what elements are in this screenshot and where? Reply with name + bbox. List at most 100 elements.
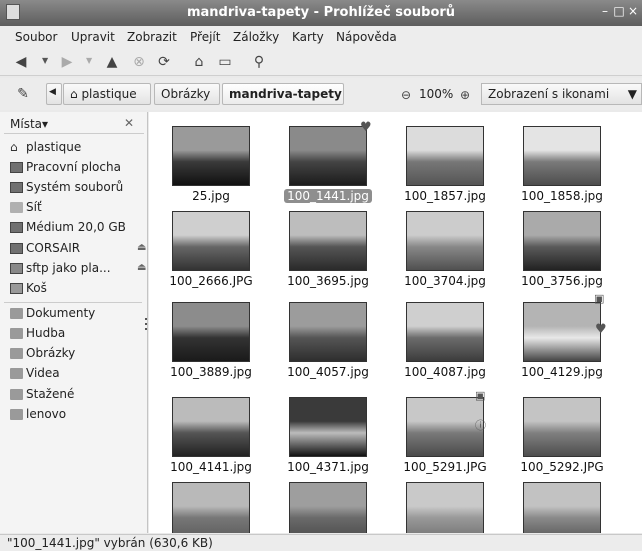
bookmark-stazene[interactable]: Stažené bbox=[10, 385, 74, 403]
file-name-text: 100_3756.jpg bbox=[521, 274, 603, 288]
sidebar-item-label: Pracovní plocha bbox=[26, 160, 121, 174]
camera-emblem-icon: ▣ bbox=[475, 389, 486, 402]
forward-icon[interactable]: ▶ bbox=[58, 53, 76, 71]
crumb-plastique[interactable]: ⌂ plastique bbox=[63, 83, 151, 105]
reload-icon[interactable]: ⟳ bbox=[155, 53, 173, 71]
image-thumbnail[interactable] bbox=[523, 302, 601, 362]
bookmark-hudba[interactable]: Hudba bbox=[10, 324, 65, 342]
image-thumbnail[interactable] bbox=[406, 126, 484, 186]
image-thumbnail[interactable] bbox=[172, 126, 250, 186]
image-thumbnail[interactable] bbox=[406, 211, 484, 271]
menu-zobrazit[interactable]: Zobrazit bbox=[127, 30, 177, 44]
drive-icon bbox=[10, 221, 23, 233]
bookmark-label: Stažené bbox=[26, 387, 75, 401]
window-title: mandriva-tapety - Prohlížeč souborů bbox=[186, 5, 456, 20]
file-name-text: 100_3889.jpg bbox=[170, 365, 252, 379]
menu-karty[interactable]: Karty bbox=[292, 30, 324, 44]
sidebar-item-filesystem[interactable]: Systém souborů bbox=[10, 178, 123, 196]
home-icon[interactable]: ⌂ bbox=[190, 53, 208, 71]
image-thumbnail[interactable] bbox=[289, 482, 367, 533]
computer-icon[interactable]: ▭ bbox=[216, 53, 234, 71]
up-icon[interactable]: ▲ bbox=[103, 53, 121, 71]
file-name: 100_3756.jpg bbox=[506, 274, 618, 288]
sidebar-item-desktop[interactable]: Pracovní plocha bbox=[10, 158, 121, 176]
image-thumbnail[interactable] bbox=[172, 211, 250, 271]
search-icon[interactable]: ⚲ bbox=[250, 53, 268, 71]
desktop-icon bbox=[10, 161, 23, 173]
file-name: 25.jpg bbox=[155, 189, 267, 203]
image-thumbnail[interactable] bbox=[406, 482, 484, 533]
folder-icon bbox=[10, 408, 23, 420]
menu-napoveda[interactable]: Nápověda bbox=[336, 30, 397, 44]
folder-icon bbox=[10, 327, 23, 339]
menu-prejit[interactable]: Přejít bbox=[190, 30, 220, 44]
eject-icon[interactable]: ⏏ bbox=[137, 262, 146, 273]
image-thumbnail[interactable] bbox=[172, 397, 250, 457]
image-thumbnail[interactable] bbox=[289, 211, 367, 271]
icon-view[interactable]: 25.jpg 100_1441.jpg ♥ 100_1857.jpg 100_1858.… bbox=[149, 112, 642, 533]
minimize-button[interactable]: – bbox=[598, 4, 612, 20]
toggle-location-icon[interactable]: ✎ bbox=[14, 85, 32, 103]
places-dropdown[interactable]: Místa▾ bbox=[10, 117, 48, 131]
stop-icon[interactable]: ⊗ bbox=[130, 53, 148, 71]
image-thumbnail[interactable] bbox=[289, 126, 367, 186]
maximize-button[interactable]: □ bbox=[612, 4, 626, 20]
image-thumbnail[interactable] bbox=[523, 211, 601, 271]
sidebar-item-label: plastique bbox=[26, 140, 82, 154]
location-bar: ✎ ◀ ⌂ plastique Obrázky mandriva-tapety … bbox=[0, 78, 642, 110]
chevron-down-icon: ▼ bbox=[627, 87, 637, 101]
image-thumbnail[interactable] bbox=[523, 397, 601, 457]
menu-upravit[interactable]: Upravit bbox=[71, 30, 115, 44]
sidebar-item-network[interactable]: Síť bbox=[10, 198, 42, 216]
file-name-text: 100_4087.jpg bbox=[404, 365, 486, 379]
home-icon: ⌂ bbox=[10, 139, 18, 154]
bookmark-videa[interactable]: Videa bbox=[10, 364, 60, 382]
back-history-arrow-icon[interactable]: ▼ bbox=[42, 56, 48, 65]
sidebar-item-corsair[interactable]: CORSAIR ⏏ bbox=[10, 239, 146, 257]
image-thumbnail[interactable] bbox=[523, 126, 601, 186]
sidebar-item-trash[interactable]: Koš bbox=[10, 279, 47, 297]
file-name-text: 25.jpg bbox=[192, 189, 230, 203]
favorite-emblem-icon: ♥ bbox=[360, 120, 372, 135]
image-thumbnail[interactable] bbox=[172, 302, 250, 362]
crumb-left-arrow-icon[interactable]: ◀ bbox=[46, 83, 62, 105]
back-icon[interactable]: ◀ bbox=[12, 53, 30, 71]
close-button[interactable]: × bbox=[626, 4, 640, 20]
image-thumbnail[interactable] bbox=[406, 397, 484, 457]
sidebar-item-sftp[interactable]: sftp jako pla... ⏏ bbox=[10, 259, 146, 277]
bookmark-dokumenty[interactable]: Dokumenty bbox=[10, 304, 95, 322]
home-icon: ⌂ bbox=[70, 87, 82, 101]
camera-emblem-icon: ▣ bbox=[594, 292, 605, 305]
menu-zalozky[interactable]: Záložky bbox=[233, 30, 279, 44]
zoom-out-icon[interactable]: ⊖ bbox=[397, 86, 415, 104]
file-name-text: 100_3695.jpg bbox=[287, 274, 369, 288]
image-thumbnail[interactable] bbox=[172, 482, 250, 533]
menu-soubor[interactable]: Soubor bbox=[15, 30, 57, 44]
status-bar: "100_1441.jpg" vybrán (630,6 KB) bbox=[0, 534, 642, 551]
image-thumbnail[interactable] bbox=[523, 482, 601, 533]
eject-icon[interactable]: ⏏ bbox=[137, 242, 146, 253]
file-name: 100_3695.jpg bbox=[272, 274, 384, 288]
drive-icon bbox=[10, 181, 23, 193]
image-thumbnail[interactable] bbox=[406, 302, 484, 362]
crumb-obrazky[interactable]: Obrázky bbox=[154, 83, 220, 105]
title-bar[interactable]: mandriva-tapety - Prohlížeč souborů – □ … bbox=[0, 0, 642, 26]
bookmark-lenovo[interactable]: lenovo bbox=[10, 405, 66, 423]
crumb-mandriva-tapety[interactable]: mandriva-tapety bbox=[222, 83, 344, 105]
menu-bar: Soubor Upravit Zobrazit Přejít Záložky K… bbox=[0, 26, 642, 48]
image-thumbnail[interactable] bbox=[289, 302, 367, 362]
bookmark-label: Videa bbox=[26, 366, 60, 380]
bookmark-label: lenovo bbox=[26, 407, 67, 421]
zoom-in-icon[interactable]: ⊕ bbox=[456, 86, 474, 104]
bookmark-obrazky[interactable]: Obrázky bbox=[10, 344, 75, 362]
sidebar-item-medium[interactable]: Médium 20,0 GB bbox=[10, 218, 126, 236]
forward-history-arrow-icon[interactable]: ▼ bbox=[86, 56, 92, 65]
sidebar-item-plastique[interactable]: ⌂ plastique bbox=[10, 138, 81, 156]
pane-splitter-handle[interactable] bbox=[145, 318, 147, 332]
view-mode-select[interactable]: Zobrazení s ikonami ▼ bbox=[481, 83, 642, 105]
image-thumbnail[interactable] bbox=[289, 397, 367, 457]
important-emblem-icon: ⓘ bbox=[475, 419, 486, 432]
folder-icon bbox=[10, 347, 23, 359]
close-sidebar-icon[interactable]: ✕ bbox=[124, 116, 134, 130]
dropdown-arrow-icon: ▾ bbox=[42, 117, 49, 131]
